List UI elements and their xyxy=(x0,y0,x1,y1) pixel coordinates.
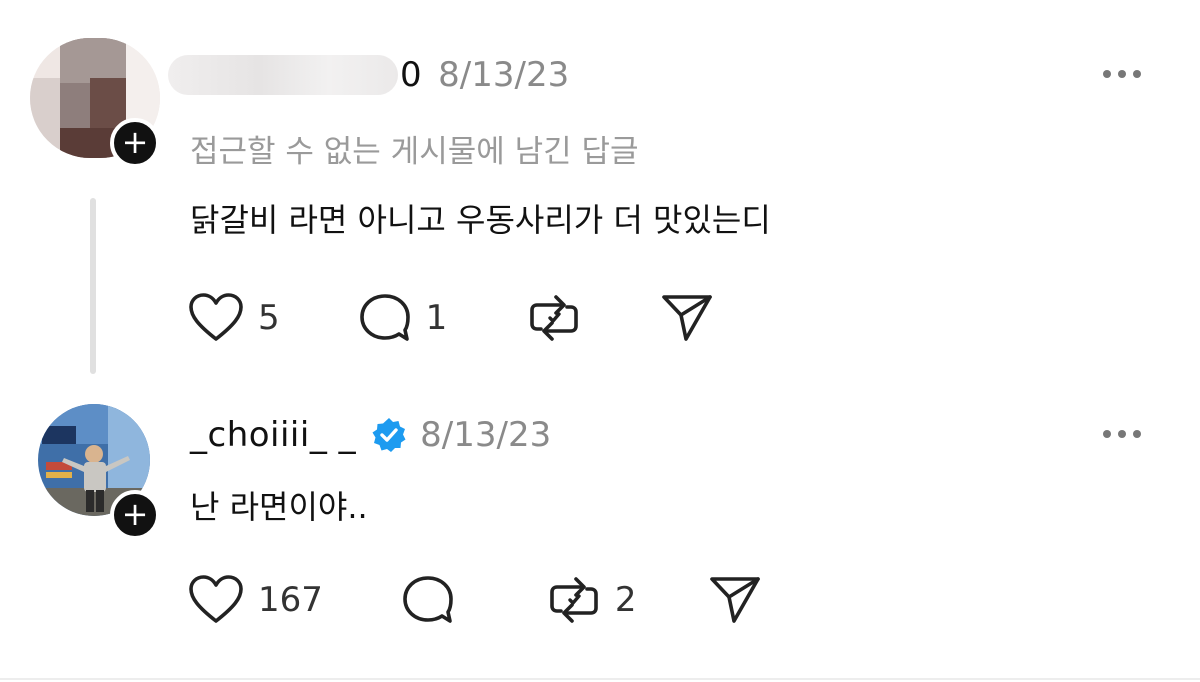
repost-icon xyxy=(530,295,579,341)
repost-icon xyxy=(550,577,598,623)
reply-context-text: 접근할 수 없는 게시물에 남긴 답글 xyxy=(190,134,639,170)
heart-icon xyxy=(189,575,243,623)
send-icon xyxy=(709,577,760,623)
like-count: 167 xyxy=(258,580,323,620)
more-horizontal-icon xyxy=(1103,70,1141,78)
post-actions: 167 2 xyxy=(188,574,763,626)
follow-button[interactable]: + xyxy=(110,490,160,540)
comment-icon xyxy=(359,294,410,341)
post-date[interactable]: 8/13/23 xyxy=(420,415,551,455)
post-meta: _choiiii_ _ 8/13/23 xyxy=(190,412,551,458)
heart-icon xyxy=(189,293,243,341)
more-options-button[interactable] xyxy=(1103,70,1141,78)
repost-button[interactable] xyxy=(527,291,581,345)
verified-badge-icon xyxy=(372,418,406,452)
thread-line xyxy=(90,198,96,374)
username[interactable]: _choiiii_ _ xyxy=(190,415,356,455)
repost-count: 2 xyxy=(614,580,637,620)
plus-icon: + xyxy=(121,122,149,161)
reply-count: 1 xyxy=(425,298,448,338)
avatar-container[interactable]: + xyxy=(30,38,160,168)
post-actions: 5 1 xyxy=(188,292,715,344)
plus-icon: + xyxy=(121,494,149,533)
post-meta: 0 8/13/23 xyxy=(168,52,569,98)
share-button[interactable] xyxy=(659,292,715,344)
reply-post-2: + _choiiii_ _ 8/13/23 난 라면이야.. 167 2 xyxy=(0,390,1200,682)
like-button[interactable]: 167 xyxy=(188,574,323,626)
username[interactable]: 0 xyxy=(400,55,422,95)
username-blur xyxy=(168,55,398,95)
reply-post-1: + 0 8/13/23 접근할 수 없는 게시물에 남긴 답글 닭갈비 라면 아… xyxy=(0,0,1200,390)
comment-icon xyxy=(403,576,453,623)
reply-button[interactable] xyxy=(401,574,469,626)
post-text: 닭갈비 라면 아니고 우동사리가 더 맛있는디 xyxy=(190,201,771,239)
send-icon xyxy=(662,295,713,341)
follow-button[interactable]: + xyxy=(110,118,160,168)
more-horizontal-icon xyxy=(1103,430,1141,438)
share-button[interactable] xyxy=(707,574,763,626)
like-count: 5 xyxy=(258,298,280,338)
post-divider xyxy=(0,678,1200,680)
post-date[interactable]: 8/13/23 xyxy=(438,55,569,95)
like-button[interactable]: 5 xyxy=(188,292,280,344)
avatar-container[interactable]: + xyxy=(38,404,162,540)
repost-button[interactable]: 2 xyxy=(547,573,637,627)
reply-button[interactable]: 1 xyxy=(358,292,448,344)
more-options-button[interactable] xyxy=(1103,430,1141,438)
post-text: 난 라면이야.. xyxy=(190,488,368,526)
